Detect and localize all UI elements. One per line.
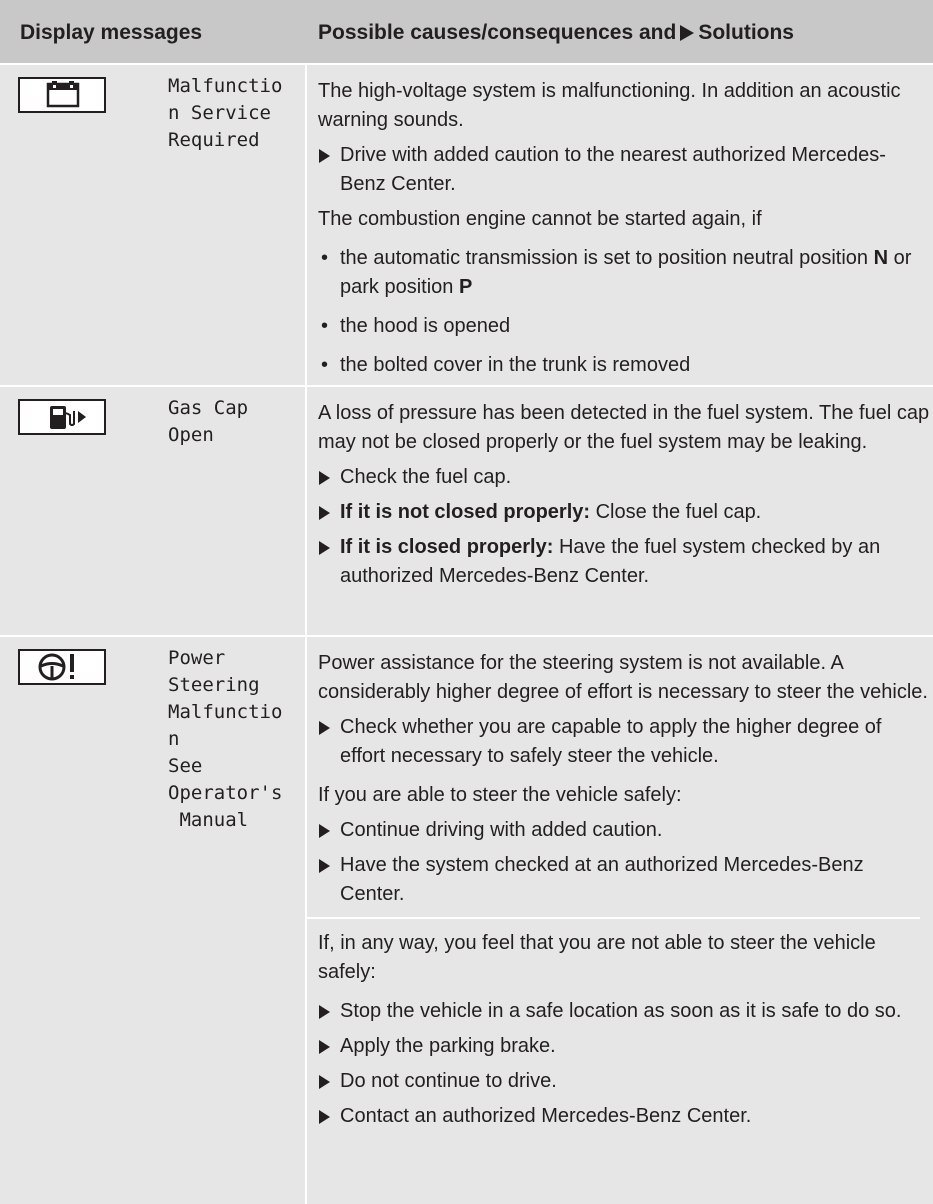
causes-solutions: A loss of pressure has been detected in …: [318, 399, 930, 591]
solution-arrow-icon: [319, 721, 330, 735]
solution-arrow-icon: [319, 1075, 330, 1089]
cause-text: The combustion engine cannot be started …: [318, 208, 762, 230]
display-message: Malfunctio n Service Required: [168, 75, 283, 151]
header-display-messages: Display messages: [20, 21, 203, 44]
table-row: Malfunctio n Service Required The high-v…: [0, 65, 933, 385]
bullet-icon: •: [321, 354, 329, 376]
list-item: • the automatic transmission is set to po…: [318, 244, 930, 302]
solution-step: Apply the parking brake.: [318, 1032, 930, 1061]
solution-step: Stop the vehicle in a safe location as s…: [318, 997, 930, 1026]
steering-wheel-warning-icon: [18, 649, 106, 685]
cause-text: If, in any way, you feel that you are no…: [318, 932, 876, 983]
cause-text: Power assistance for the steering system…: [318, 652, 928, 703]
solution-arrow-icon: [319, 859, 330, 873]
solution-step: If it is closed properly: Have the fuel …: [318, 533, 930, 591]
solution-step: Contact an authorized Mercedes-Benz Cent…: [318, 1102, 930, 1131]
table-row: Gas Cap Open A loss of pressure has been…: [0, 387, 933, 635]
cause-text: The high-voltage system is malfunctionin…: [318, 80, 901, 131]
solution-arrow-icon: [319, 471, 330, 485]
section-divider: [305, 917, 920, 919]
solution-arrow-icon: [319, 1040, 330, 1054]
solution-arrow-icon: [680, 25, 695, 41]
solution-step: Do not continue to drive.: [318, 1067, 930, 1096]
bullet-icon: •: [321, 315, 329, 337]
high-voltage-battery-icon: [18, 77, 106, 113]
solution-step: Check whether you are capable to apply t…: [318, 713, 930, 771]
cause-text: A loss of pressure has been detected in …: [318, 402, 930, 453]
cause-text: If you are able to steer the vehicle saf…: [318, 784, 682, 806]
solution-step: Continue driving with added caution.: [318, 816, 930, 845]
column-divider: [305, 387, 307, 635]
solution-step: If it is not closed properly: Close the …: [318, 498, 930, 527]
causes-solutions: Power assistance for the steering system…: [305, 649, 930, 1131]
column-divider: [305, 65, 307, 385]
display-message: Power Steering Malfunctio n See Operator…: [168, 647, 283, 831]
table-header: Display messages Possible causes/consequ…: [0, 0, 933, 65]
display-message: Gas Cap Open: [168, 397, 249, 446]
solution-step: Check the fuel cap.: [318, 463, 930, 492]
bullet-icon: •: [321, 247, 329, 269]
table-row: Power Steering Malfunctio n See Operator…: [0, 637, 933, 1204]
header-causes-solutions: Possible causes/consequences and Solution…: [318, 21, 794, 44]
solution-arrow-icon: [319, 149, 330, 163]
fuel-pump-icon: [18, 399, 106, 435]
solution-step: Have the system checked at an authorized…: [318, 851, 930, 909]
causes-solutions: The high-voltage system is malfunctionin…: [318, 77, 930, 380]
list-item: • the bolted cover in the trunk is remove…: [318, 351, 930, 380]
solution-arrow-icon: [319, 1005, 330, 1019]
solution-arrow-icon: [319, 1110, 330, 1124]
solution-arrow-icon: [319, 541, 330, 555]
solution-arrow-icon: [319, 824, 330, 838]
list-item: • the hood is opened: [318, 312, 930, 341]
solution-arrow-icon: [319, 506, 330, 520]
solution-step: Drive with added caution to the nearest …: [318, 141, 930, 199]
column-divider: [305, 637, 307, 1204]
